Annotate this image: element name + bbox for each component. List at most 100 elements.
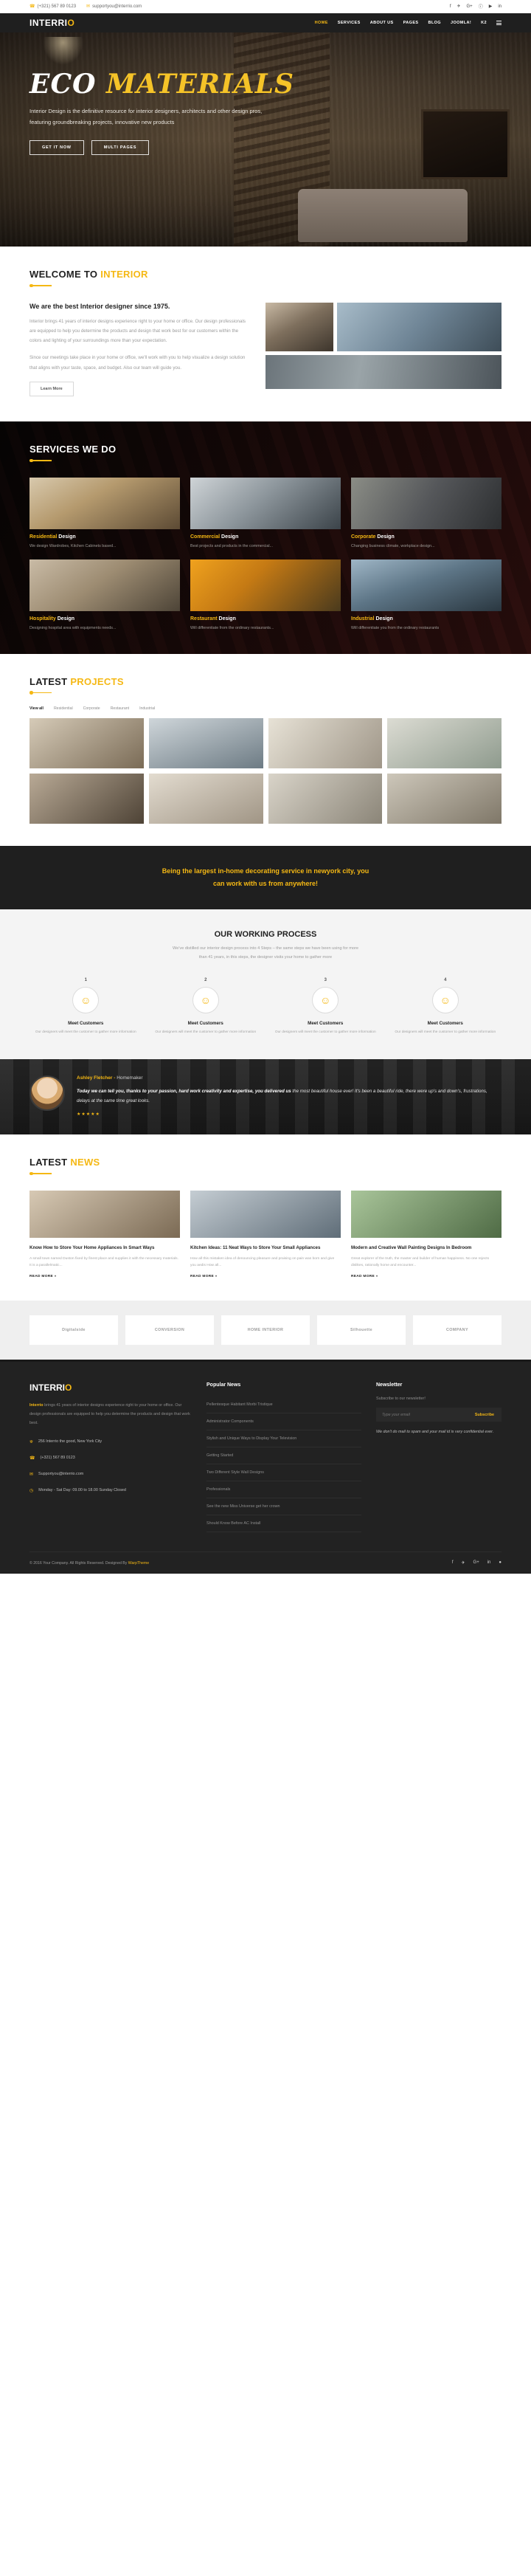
service-image (351, 477, 502, 529)
service-card[interactable]: Residential Design We design Wardrobes, … (30, 477, 180, 550)
brand-logo[interactable]: Silhouette (317, 1315, 406, 1346)
filter-restaurant[interactable]: Restaurant (111, 706, 129, 711)
phone-icon: ☎ (30, 1456, 35, 1461)
brand-logo[interactable]: HOME INTERIOR (221, 1315, 310, 1346)
step-number: 1 (84, 977, 87, 982)
footer-news-link[interactable]: Stylish and Unique Ways to Display Your … (206, 1430, 361, 1448)
topbar-email[interactable]: ✉ supportyou@interrio.com (86, 4, 142, 10)
step-number: 3 (324, 977, 327, 982)
pinterest-icon[interactable]: ⓘ (479, 3, 483, 10)
title-underline (30, 1172, 52, 1175)
read-more-link[interactable]: READ MORE » (30, 1275, 180, 1278)
welcome-image-1 (266, 302, 333, 351)
news-title-accent: NEWS (70, 1157, 100, 1168)
service-title: Commercial Design (190, 534, 341, 540)
project-thumbnail[interactable] (148, 774, 263, 824)
google-plus-icon[interactable]: G+ (467, 4, 473, 9)
brand-logo[interactable]: Digitalside (30, 1315, 118, 1346)
footer-news-link[interactable]: See the new Miss Universe get her crown (206, 1498, 361, 1516)
footer-news-link[interactable]: Should Know Before AC Install (206, 1515, 361, 1533)
footer-news-link[interactable]: Professionals (206, 1481, 361, 1499)
footer-news-link[interactable]: Administrator Components (206, 1413, 361, 1431)
topbar-phone[interactable]: ☎ (+321) 567 89 0123 (30, 4, 76, 10)
project-thumbnail[interactable] (30, 718, 144, 769)
news-card[interactable]: Know How to Store Your Home Appliances I… (30, 1190, 180, 1278)
footer-news-link[interactable]: Getting Started (206, 1447, 361, 1465)
news-section-title: LATEST NEWS (30, 1157, 502, 1168)
copyright-brand[interactable]: WarpTheme (128, 1561, 149, 1566)
title-underline (30, 691, 52, 695)
service-card[interactable]: Corporate Design Changing business clima… (351, 477, 502, 550)
footer-brand-name: Interrio (30, 1403, 44, 1408)
brand-logos-section: Digitalside CONVERSION HOME INTERIOR Sil… (0, 1301, 531, 1360)
linkedin-icon[interactable]: in (498, 4, 502, 9)
filter-residential[interactable]: Residential (54, 706, 73, 711)
user-icon: ☺ (312, 986, 339, 1013)
news-card[interactable]: Kitchen Ideas: 11 Neat Ways to Store You… (190, 1190, 341, 1278)
cta-line-2: can work with us from anywhere! (212, 880, 319, 888)
process-step: 2 ☺ Meet Customers Our designers will me… (150, 978, 263, 1036)
project-thumbnail[interactable] (387, 718, 502, 769)
nav-item-joomla[interactable]: JOOMLA! (451, 21, 471, 25)
project-thumbnail[interactable] (387, 774, 502, 824)
newsletter-email-input[interactable] (376, 1412, 468, 1417)
footer-news-links: Pellentesque Habitant Morbi Tristique Ad… (206, 1397, 361, 1533)
menu-icon[interactable] (496, 21, 502, 25)
hero-sofa (297, 189, 468, 243)
footer-news-link[interactable]: Pellentesque Habitant Morbi Tristique (206, 1397, 361, 1414)
read-more-link[interactable]: READ MORE » (190, 1275, 341, 1278)
facebook-icon[interactable]: f (450, 4, 451, 9)
footer-logo[interactable]: INTERRIO (30, 1382, 192, 1393)
service-desc: We design Wardrobes, Kitchen Cabinets ba… (30, 543, 117, 548)
learn-more-button[interactable]: Learn More (30, 382, 74, 397)
service-card[interactable]: Restaurant Design Will differentiate fro… (190, 559, 341, 632)
footer-contact-list: ⛯ 256 Interrio the good, New York City ☎… (30, 1439, 192, 1495)
clock-icon: ◷ (30, 1488, 34, 1493)
site-logo[interactable]: INTERRIO (30, 18, 74, 28)
nav-item-about-us[interactable]: ABOUT US (370, 21, 394, 25)
footer-email[interactable]: ✉ Supportyou@interrio.com (30, 1471, 192, 1479)
hero-buttons: GET IT NOW MULTI PAGES (30, 140, 531, 156)
nav-item-pages[interactable]: PAGES (403, 21, 419, 25)
youtube-icon[interactable]: ▶ (489, 4, 493, 9)
location-icon: ⛯ (30, 1440, 33, 1445)
nav-item-blog[interactable]: BLOG (428, 21, 441, 25)
twitter-icon[interactable]: ✈ (462, 1560, 465, 1566)
multi-pages-button[interactable]: MULTI PAGES (91, 140, 150, 156)
news-card[interactable]: Modern and Creative Wall Painting Design… (351, 1190, 502, 1278)
brand-logo[interactable]: COMPANY (413, 1315, 502, 1346)
welcome-image-2 (337, 302, 502, 351)
service-card[interactable]: Commercial Design Best projects and prod… (190, 477, 341, 550)
subscribe-button[interactable]: Subscribe (468, 1413, 502, 1417)
welcome-paragraph-2: Since our meetings take place in your ho… (30, 355, 246, 371)
nav-item-services[interactable]: SERVICES (338, 21, 361, 25)
project-thumbnail[interactable] (268, 718, 383, 769)
brand-logo[interactable]: CONVERSION (125, 1315, 214, 1346)
github-icon[interactable]: ● (499, 1560, 502, 1566)
step-desc: Our designers will meet the customer to … (155, 1030, 257, 1034)
footer-phone[interactable]: ☎ (+321) 567 89 0123 (30, 1455, 192, 1463)
service-desc: Designing hospital area with equipments … (30, 626, 117, 631)
read-more-link[interactable]: READ MORE » (351, 1275, 502, 1278)
filter-view-all[interactable]: View all (30, 706, 44, 711)
linkedin-icon[interactable]: in (487, 1560, 491, 1566)
google-plus-icon[interactable]: G+ (473, 1560, 479, 1566)
welcome-section-title: WELCOME TO INTERIOR (30, 269, 502, 280)
twitter-icon[interactable]: ✈ (457, 4, 460, 9)
projects-section: LATEST PROJECTS View all Residential Cor… (0, 654, 531, 847)
project-thumbnail[interactable] (148, 718, 263, 769)
get-it-now-button[interactable]: GET IT NOW (30, 140, 84, 156)
welcome-title-accent: INTERIOR (100, 269, 148, 280)
footer-news-link[interactable]: Two Different Style Wall Designs (206, 1464, 361, 1482)
service-card[interactable]: Industrial Design Will differentiate you… (351, 559, 502, 632)
newsletter-form: Subscribe (376, 1408, 502, 1422)
filter-industrial[interactable]: Industrial (139, 706, 155, 711)
facebook-icon[interactable]: f (452, 1560, 454, 1566)
process-step: 1 ☺ Meet Customers Our designers will me… (30, 978, 142, 1036)
nav-item-k2[interactable]: K2 (481, 21, 487, 25)
nav-item-home[interactable]: HOME (315, 21, 328, 25)
service-card[interactable]: Hospitality Design Designing hospital ar… (30, 559, 180, 632)
filter-corporate[interactable]: Corporate (83, 706, 100, 711)
project-thumbnail[interactable] (30, 774, 144, 824)
project-thumbnail[interactable] (268, 774, 383, 824)
